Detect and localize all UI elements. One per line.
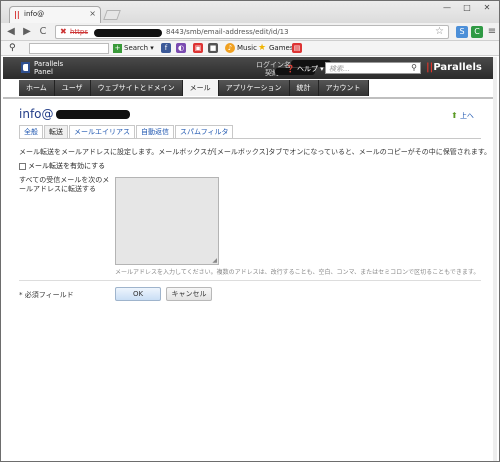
facebook-icon[interactable]: f [161,43,171,53]
browser-tab[interactable]: || info@ × [9,6,101,23]
nav-home[interactable]: ホーム [19,80,55,96]
help-label: ヘルプ [296,65,318,73]
messenger-icon[interactable]: ◐ [176,43,186,53]
nav-account[interactable]: アカウント [318,80,369,96]
enable-forwarding-checkbox[interactable] [19,162,26,170]
url-host-redacted [94,29,162,37]
plesk-header: Parallels Panel ログイン名 契約 ❓ ヘルプ ▾ 検索... ⚲… [3,57,497,79]
title-bar: || info@ × — □ ✕ [1,1,499,23]
nav-users[interactable]: ユーザ [54,80,91,96]
maximize-button[interactable]: □ [459,3,475,13]
nav-websites-domains[interactable]: ウェブサイトとドメイン [90,80,183,96]
url-scheme: https [70,28,89,36]
browser-window: || info@ × — □ ✕ ◀ ▶ C ✖ https 8443/smb/… [0,0,500,462]
subtabs: 全般 転送 メールエイリアス 自動返信 スパムフィルタ [19,125,234,139]
bookmark-games[interactable]: Games [269,44,294,52]
bookmark-icon[interactable]: ▣ [193,43,203,53]
forward-address-hint: メールアドレスを入力してください。複数のアドレスは、改行することも、空白、コンマ… [115,269,480,276]
extension-icon[interactable]: S [456,26,468,38]
logo-line2: Panel [34,68,53,76]
ok-button[interactable]: OK [115,287,161,301]
plus-icon: + [113,43,122,53]
new-tab-button[interactable] [103,10,121,20]
panel-search-input[interactable]: 検索... ⚲ [325,62,421,74]
address-bar[interactable]: ✖ https 8443/smb/email-address/edit/id/1… [55,25,449,39]
nav-mail[interactable]: メール [182,80,219,96]
wrench-menu-icon[interactable]: ≡ [486,26,498,38]
bookmark-icon[interactable]: ▤ [292,43,302,53]
up-link-label: 上へ [459,112,474,120]
tab-title: info@ [24,10,45,18]
resize-handle-icon[interactable]: ◢ [212,257,217,264]
extension-icon[interactable]: C [471,26,483,38]
forward-button[interactable]: ▶ [21,26,33,38]
main-nav: ホーム ユーザ ウェブサイトとドメイン メール アプリケーション 統計 アカウン… [19,80,369,96]
parallels-brand: ||Parallels [426,62,482,73]
page-scrollbar[interactable] [493,57,497,461]
music-icon[interactable]: ♪ [225,43,235,53]
email-domain-redacted [55,110,130,119]
help-icon: ❓ [286,65,295,73]
form-separator [19,280,481,281]
browser-toolbar: ◀ ▶ C ✖ https 8443/smb/email-address/edi… [1,23,499,41]
enable-forwarding-label: メール転送を有効にする [28,162,106,170]
tab-close-icon[interactable]: × [89,9,96,18]
subtab-divider [19,138,481,139]
logo-line1: Parallels [34,60,64,68]
tab-aliases[interactable]: メールエイリアス [69,125,135,139]
cancel-button[interactable]: キャンセル [166,287,212,301]
insecure-lock-icon: ✖ [60,27,67,36]
tab-spam-filter[interactable]: スパムフィルタ [175,125,234,139]
search-button-label: Search [124,44,149,52]
search-icon[interactable]: ⚲ [9,43,16,53]
up-level-link[interactable]: ⬆ 上へ [451,111,474,121]
page-title: info@ [19,107,130,121]
toolbar-search-button[interactable]: + Search ▾ [113,43,154,54]
window-controls: — □ ✕ [439,3,495,13]
minimize-button[interactable]: — [439,3,455,13]
bookmarks-bar: ⚲ + Search ▾ f ◐ ▣ ■ ♪ Music ★ Games ▤ [1,41,499,56]
panel-search-placeholder: 検索... [329,65,350,73]
bookmark-icon[interactable]: ■ [208,43,218,53]
panel-logo: Parallels Panel [34,60,63,76]
tab-autoresponder[interactable]: 自動返信 [136,125,174,139]
forward-address-label: すべての受信メールを次のメールアドレスに転送する [19,176,110,193]
plesk-favicon-icon: || [14,10,20,19]
reload-button[interactable]: C [37,26,49,38]
main-content: info@ ⬆ 上へ 全般 転送 メールエイリアス 自動返信 スパムフィルタ メ… [3,99,497,461]
url-path: 8443/smb/email-address/edit/id/13 [166,28,289,36]
tab-forwarding[interactable]: 転送 [44,125,68,139]
toolbar-search-input[interactable] [29,43,109,54]
parallels-logo-icon [21,62,30,73]
forwarding-description: メール転送をメールアドレスに設定します。メールボックスが[メールボックス]タブで… [19,148,492,156]
bookmark-star-icon[interactable]: ☆ [435,26,444,37]
enable-forwarding-row[interactable]: メール転送を有効にする [19,161,105,171]
bookmark-music[interactable]: Music [237,44,257,52]
games-star-icon[interactable]: ★ [257,43,267,53]
page-title-text: info@ [19,107,54,121]
close-window-button[interactable]: ✕ [479,3,495,13]
back-button[interactable]: ◀ [5,26,17,38]
forward-address-textarea[interactable]: ◢ [115,177,219,265]
plesk-panel: Parallels Panel ログイン名 契約 ❓ ヘルプ ▾ 検索... ⚲… [3,57,497,461]
search-icon[interactable]: ⚲ [411,63,417,72]
brand-text: Parallels [433,62,482,73]
tab-general[interactable]: 全般 [19,125,43,139]
up-arrow-icon: ⬆ [451,111,458,120]
nav-statistics[interactable]: 統計 [289,80,319,96]
required-fields-note: * 必須フィールド [19,291,74,299]
help-menu[interactable]: ❓ ヘルプ ▾ [286,64,324,74]
nav-applications[interactable]: アプリケーション [218,80,290,96]
